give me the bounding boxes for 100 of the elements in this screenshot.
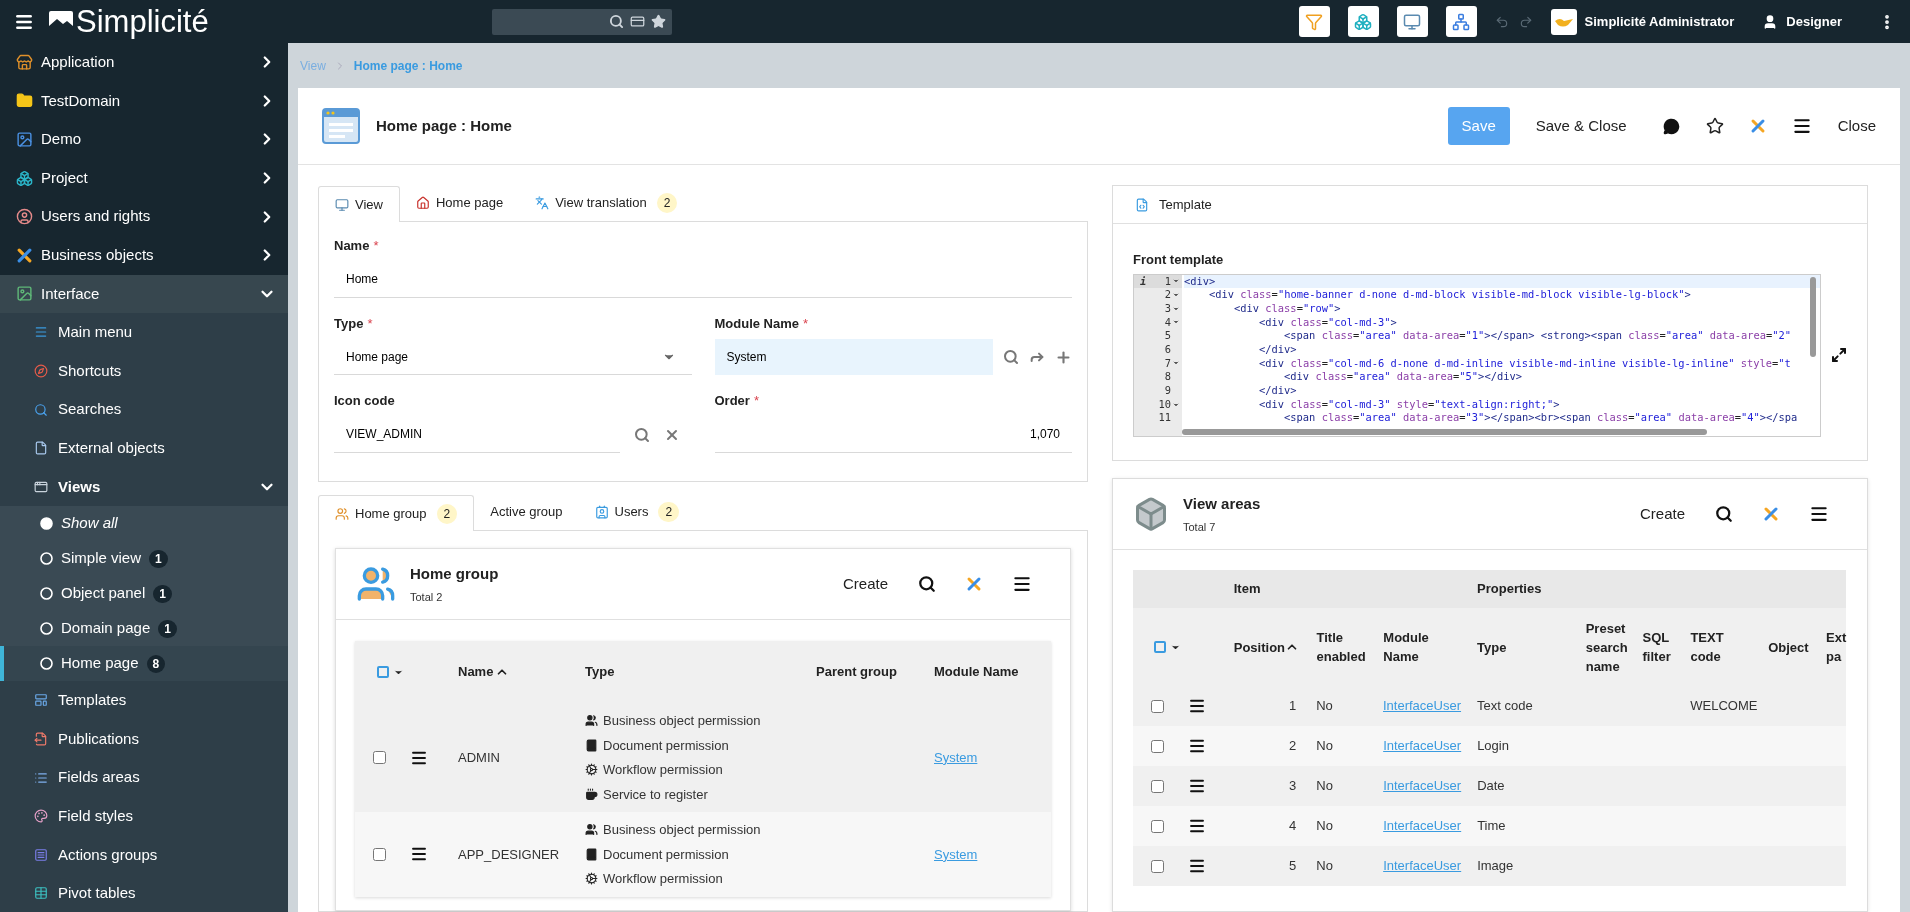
- sidebar-item[interactable]: Business objects: [0, 235, 288, 275]
- input-field[interactable]: Home: [334, 261, 1072, 298]
- row-menu-icon[interactable]: [1188, 817, 1206, 835]
- row-checkbox[interactable]: [1151, 859, 1164, 873]
- sidebar-item[interactable]: Application: [0, 43, 288, 82]
- tab[interactable]: View: [318, 186, 400, 222]
- column-header[interactable]: Ext pa: [1826, 628, 1847, 666]
- code-line: </div>: [1258, 384, 1298, 398]
- filter-item[interactable]: Object panel 1: [0, 576, 288, 612]
- filter-item[interactable]: Show all: [0, 506, 288, 542]
- column-header[interactable]: Module Name: [1383, 628, 1466, 666]
- column-header[interactable]: Position: [1233, 637, 1300, 657]
- filter-item[interactable]: Domain page 1: [0, 611, 288, 647]
- row-checkbox[interactable]: [373, 751, 386, 764]
- user-name[interactable]: Simplicité Administrator: [1584, 11, 1735, 32]
- count-badge: 8: [146, 654, 166, 673]
- monitor-icon: [1403, 12, 1422, 31]
- card-icon[interactable]: [629, 14, 645, 29]
- select-all-checkbox[interactable]: [1154, 641, 1166, 653]
- select-field[interactable]: Home page: [334, 339, 692, 375]
- horizontal-scrollbar[interactable]: [1182, 428, 1707, 435]
- toolbar-button[interactable]: [1445, 6, 1477, 37]
- menu-icon[interactable]: [1809, 504, 1829, 524]
- sidebar-item[interactable]: Main menu: [0, 313, 288, 352]
- role-name[interactable]: Designer: [1786, 11, 1842, 32]
- table-cell: APP_DESIGNER: [458, 846, 560, 862]
- expand-icon[interactable]: [1831, 347, 1847, 363]
- sidebar-item[interactable]: Interface: [0, 274, 288, 314]
- row-menu-icon[interactable]: [1188, 697, 1206, 715]
- column-header[interactable]: TEXT code: [1690, 628, 1757, 666]
- filter-item[interactable]: Home page 8: [0, 646, 288, 682]
- search-icon[interactable]: [918, 575, 936, 593]
- plus-icon[interactable]: [1055, 348, 1072, 366]
- tab[interactable]: Home page: [399, 185, 520, 221]
- undo-icon[interactable]: [1494, 14, 1509, 29]
- column-header[interactable]: Title enabled: [1316, 628, 1372, 666]
- input-field[interactable]: VIEW_ADMIN: [334, 416, 620, 453]
- sidebar-item[interactable]: Users and rights: [0, 197, 288, 236]
- sidebar-item[interactable]: Project: [0, 158, 288, 198]
- vertical-scrollbar[interactable]: [1810, 276, 1816, 357]
- sidebar-item[interactable]: Publications: [0, 719, 288, 759]
- code-editor[interactable]: [1133, 273, 1821, 437]
- redo-icon[interactable]: [1518, 14, 1533, 29]
- sidebar-item[interactable]: Shortcuts: [0, 351, 288, 391]
- input-field[interactable]: System: [714, 339, 993, 375]
- row-checkbox[interactable]: [373, 847, 386, 861]
- sidebar-item[interactable]: External objects: [0, 428, 288, 468]
- row-menu-icon[interactable]: [1188, 737, 1206, 755]
- tab[interactable]: View translation 2: [519, 185, 694, 221]
- comment-icon[interactable]: [1662, 117, 1680, 135]
- file-code-icon: [1135, 197, 1149, 212]
- sidebar-item[interactable]: Pivot tables: [0, 874, 288, 912]
- tab[interactable]: Users 2: [578, 494, 696, 530]
- row-checkbox[interactable]: [1151, 819, 1164, 833]
- count-badge: 1: [153, 584, 172, 603]
- filter-icon: [1305, 12, 1324, 31]
- sidebar-item[interactable]: Demo: [0, 120, 288, 159]
- sidebar-item[interactable]: Searches: [0, 390, 288, 429]
- column-header[interactable]: Type: [1477, 637, 1507, 657]
- row-menu-icon[interactable]: [1188, 857, 1206, 875]
- row-checkbox[interactable]: [1151, 779, 1164, 793]
- sidebar-item[interactable]: Fields areas: [0, 758, 288, 797]
- column-header[interactable]: Name: [458, 662, 510, 682]
- toolbar-button[interactable]: [1298, 6, 1330, 37]
- column-header[interactable]: Module Name: [934, 662, 1019, 682]
- table-cell: 4: [1289, 818, 1297, 834]
- column-header[interactable]: Parent group: [816, 662, 897, 682]
- sidebar-item[interactable]: Field styles: [0, 796, 288, 836]
- row-checkbox[interactable]: [1151, 739, 1164, 753]
- column-header[interactable]: Preset search name: [1585, 618, 1631, 676]
- text-button[interactable]: Close: [1837, 114, 1876, 138]
- search-icon[interactable]: [608, 14, 624, 29]
- create-button[interactable]: Create: [1639, 502, 1685, 526]
- code-line: <div class="row">: [1233, 301, 1342, 316]
- table-cell: 2: [1289, 738, 1297, 754]
- input-field[interactable]: 1,070: [714, 416, 1072, 453]
- star-icon[interactable]: [1705, 117, 1724, 135]
- column-header[interactable]: Object: [1768, 637, 1809, 657]
- toolbar-button[interactable]: [1347, 6, 1379, 37]
- code-line: <div class="col-md-6 d-none d-md-inline visible-md-inline visible-lg-inline" style="t: [1258, 356, 1792, 371]
- menu-icon[interactable]: [1012, 574, 1032, 594]
- create-button[interactable]: Create: [842, 572, 888, 596]
- column-header[interactable]: Type: [585, 662, 615, 682]
- search-field[interactable]: [491, 8, 672, 35]
- table-cell: No: [1316, 858, 1333, 874]
- sidebar-item[interactable]: Views: [0, 467, 288, 507]
- tab[interactable]: Active group: [474, 494, 579, 530]
- sidebar-item[interactable]: Actions groups: [0, 835, 288, 875]
- row-menu-icon[interactable]: [1188, 777, 1206, 795]
- row-checkbox[interactable]: [1151, 699, 1164, 713]
- filter-item[interactable]: Simple view 1: [0, 541, 288, 577]
- toolbar-button[interactable]: [1396, 6, 1428, 37]
- text-button[interactable]: Save & Close: [1535, 114, 1627, 138]
- menu-icon[interactable]: [1791, 116, 1812, 136]
- sidebar-item[interactable]: Templates: [0, 681, 288, 720]
- column-header[interactable]: SQL filter: [1642, 628, 1679, 666]
- search-icon[interactable]: [1715, 505, 1733, 523]
- tab[interactable]: Home group 2: [318, 495, 475, 531]
- select-all-checkbox[interactable]: [377, 666, 389, 678]
- sidebar-item[interactable]: TestDomain: [0, 81, 288, 121]
